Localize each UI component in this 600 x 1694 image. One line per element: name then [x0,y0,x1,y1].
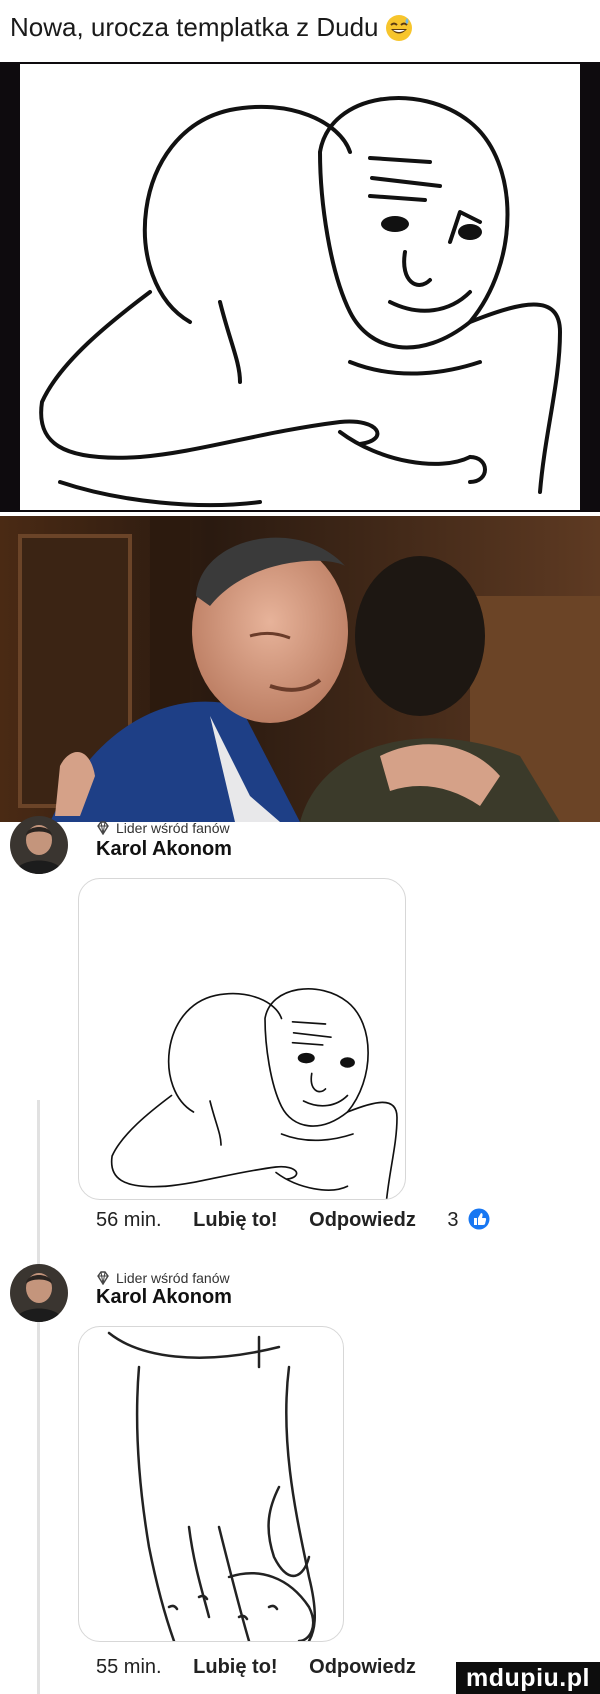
meme-image-drawn-hug[interactable] [0,62,600,512]
like-thumb-icon[interactable] [468,1208,490,1230]
meme-image-photo-hug[interactable] [0,516,600,822]
comment-time: 55 min. [96,1656,162,1678]
diamond-badge-icon [96,821,110,835]
comment-time: 56 min. [96,1209,162,1231]
fan-badge: Lider wśród fanów [96,1270,230,1286]
avatar[interactable] [10,1264,68,1322]
comment-author[interactable]: Karol Akonom [96,1286,232,1309]
like-count[interactable]: 3 [447,1209,458,1232]
diamond-badge-icon [96,1271,110,1285]
comment-actions: 56 min. Lubię to! Odpowiedz 3 [96,1208,490,1232]
fan-badge: Lider wśród fanów [96,820,230,836]
comment-author[interactable]: Karol Akonom [96,838,232,861]
like-button[interactable]: Lubię to! [193,1656,277,1679]
comment-image-card[interactable] [78,878,406,1200]
thread-line [37,1100,40,1694]
site-watermark: mdupiu.pl [456,1662,600,1694]
reply-button[interactable]: Odpowiedz [309,1209,416,1232]
fan-badge-label: Lider wśród fanów [116,1270,230,1286]
reply-button[interactable]: Odpowiedz [309,1656,416,1679]
grinning-sweat-emoji-icon [385,14,413,42]
comment-image-card[interactable] [78,1326,344,1642]
like-button[interactable]: Lubię to! [193,1209,277,1232]
fan-badge-label: Lider wśród fanów [116,820,230,836]
post-title: Nowa, urocza templatka z Dudu [10,12,413,43]
comment-actions: 55 min. Lubię to! Odpowiedz [96,1656,416,1679]
post-title-text: Nowa, urocza templatka z Dudu [10,12,379,42]
avatar[interactable] [10,816,68,874]
